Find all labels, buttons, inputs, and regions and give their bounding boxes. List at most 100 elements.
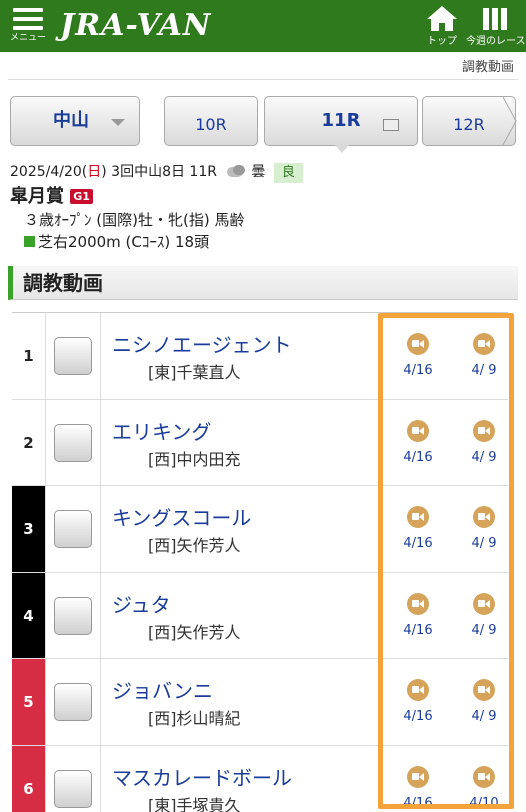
horse-checkbox[interactable] (54, 337, 92, 375)
race-date: 2025/4/20( (10, 164, 88, 180)
video-icon (407, 333, 429, 355)
video-date: 4/ 9 (471, 709, 497, 724)
training-video-button[interactable]: 4/16 (398, 592, 438, 639)
table-row: 1 ニシノエージェント [東]千葉直人 4/16 4/ 9 (12, 313, 508, 400)
top-button[interactable]: トップ (420, 4, 464, 48)
trainer-name: [東]手塚貴久 (148, 795, 241, 812)
training-video-button[interactable]: 4/10 (464, 765, 504, 812)
race-name-line: 皐月賞 G1 (10, 185, 520, 209)
race-date-line: 2025/4/20(日) 3回中山8日 11R 曇 良 (10, 162, 520, 183)
training-video-button[interactable]: 4/ 9 (464, 592, 504, 639)
video-icon (473, 765, 495, 788)
jra-van-logo[interactable]: JRA-VAN (60, 8, 211, 43)
current-race-label: 11R (321, 110, 361, 131)
video-date: 4/ 9 (471, 536, 497, 551)
race-list-icon (383, 119, 399, 131)
venue-label: 中山 (53, 110, 89, 131)
video-icon (407, 765, 429, 788)
training-video-button[interactable]: 4/16 (398, 333, 438, 379)
prev-race-button[interactable]: 10R (164, 96, 258, 146)
home-icon (427, 6, 457, 31)
horse-name-link[interactable]: キングスコール (112, 502, 251, 531)
video-icon (473, 679, 495, 701)
trainer-name: [西]矢作芳人 (148, 536, 241, 555)
horse-checkbox[interactable] (54, 769, 92, 808)
video-icon (407, 506, 429, 528)
grade-badge: G1 (70, 189, 93, 204)
training-video-button[interactable]: 4/16 (398, 679, 438, 725)
menu-label: メニュー (9, 33, 46, 43)
video-icon (407, 679, 429, 701)
horse-checkbox[interactable] (54, 423, 92, 462)
weather-text: 曇 (251, 164, 266, 180)
horse-name-link[interactable]: ジョバンニ (112, 675, 213, 704)
video-date: 4/ 9 (471, 449, 497, 465)
horse-checkbox[interactable] (54, 596, 92, 635)
video-date: 4/16 (403, 709, 433, 724)
table-row: 4 ジュタ [西]矢作芳人 4/16 4/ 9 (12, 572, 508, 659)
trainer-name: [西]中内田充 (148, 449, 241, 469)
table-row: 2 エリキング [西]中内田充 4/16 4/ 9 (12, 399, 508, 486)
horse-name-link[interactable]: ジュタ (112, 589, 171, 618)
this-week-races-label: 今週のレース (466, 36, 526, 47)
table-row: 6 マスカレードボール [東]手塚貴久 4/16 4/10 (12, 745, 508, 812)
race-info: 2025/4/20(日) 3回中山8日 11R 曇 良 皐月賞 G1 ３歳ｵｰﾌ… (10, 162, 520, 253)
horse-table: 1 ニシノエージェント [東]千葉直人 4/16 4/ 9 2 エリキング [西… (12, 312, 508, 812)
horse-name-link[interactable]: マスカレードボール (112, 762, 292, 791)
current-race-button[interactable]: 11R (264, 96, 418, 153)
hamburger-icon (13, 6, 43, 32)
race-meeting: ) 3回中山8日 11R (101, 164, 217, 180)
training-video-button[interactable]: 4/16 (398, 506, 438, 552)
menu-button[interactable]: メニュー (8, 6, 48, 50)
race-name: 皐月賞 (10, 186, 64, 207)
video-icon (473, 333, 495, 355)
training-video-button[interactable]: 4/16 (398, 765, 438, 812)
video-icon (473, 419, 495, 442)
turf-icon (24, 236, 35, 247)
trainer-name: [東]千葉直人 (148, 363, 241, 382)
frame-number: 1 (12, 313, 46, 399)
trainer-name: [西]矢作芳人 (148, 622, 241, 642)
video-date: 4/16 (403, 363, 433, 378)
video-date: 4/16 (403, 536, 433, 551)
section-title: 調教動画 (8, 266, 518, 300)
this-week-races-button[interactable]: 今週のレース (466, 4, 526, 48)
training-video-button[interactable]: 4/ 9 (464, 679, 504, 725)
video-date: 4/ 9 (471, 622, 497, 638)
columns-icon (483, 8, 507, 30)
video-date: 4/16 (403, 795, 433, 811)
video-icon (407, 419, 429, 442)
table-row: 3 キングスコール [西]矢作芳人 4/16 4/ 9 (12, 486, 508, 573)
track-condition-badge: 良 (273, 163, 303, 183)
app-header: メニュー JRA-VAN トップ 今週のレース (0, 0, 526, 52)
horse-name-link[interactable]: ニシノエージェント (112, 329, 292, 358)
video-icon (407, 592, 429, 615)
video-date: 4/ 9 (471, 363, 497, 378)
horse-name-link[interactable]: エリキング (112, 416, 211, 445)
trainer-name: [西]杉山晴紀 (148, 709, 241, 728)
top-label: トップ (427, 36, 457, 47)
race-course-line: 芝右2000m (Cｺｰｽ) 18頭 (10, 231, 520, 253)
training-video-button[interactable]: 4/ 9 (464, 419, 504, 466)
page-subtitle: 調教動画 (8, 56, 518, 80)
video-date: 4/16 (403, 622, 433, 638)
video-date: 4/16 (403, 449, 433, 465)
venue-select[interactable]: 中山 (10, 96, 140, 146)
race-conditions: ３歳ｵｰﾌﾟﾝ (国際)牡・牝(指) 馬齢 (24, 211, 245, 229)
chevron-down-icon (111, 119, 125, 126)
video-date: 4/10 (469, 795, 499, 811)
next-arrow-shape (502, 97, 517, 146)
training-video-button[interactable]: 4/16 (398, 419, 438, 466)
race-day-of-week: 日 (87, 164, 102, 180)
horse-checkbox[interactable] (54, 510, 92, 548)
training-video-button[interactable]: 4/ 9 (464, 333, 504, 379)
current-indicator (335, 145, 349, 153)
frame-number: 5 (12, 659, 46, 745)
table-row: 5 ジョバンニ [西]杉山晴紀 4/16 4/ 9 (12, 659, 508, 746)
frame-number: 6 (12, 745, 46, 812)
cloudy-icon (225, 165, 251, 179)
horse-checkbox[interactable] (54, 683, 92, 721)
training-video-button[interactable]: 4/ 9 (464, 506, 504, 552)
race-course: 芝右2000m (Cｺｰｽ) 18頭 (38, 233, 210, 251)
frame-number: 4 (12, 572, 46, 658)
